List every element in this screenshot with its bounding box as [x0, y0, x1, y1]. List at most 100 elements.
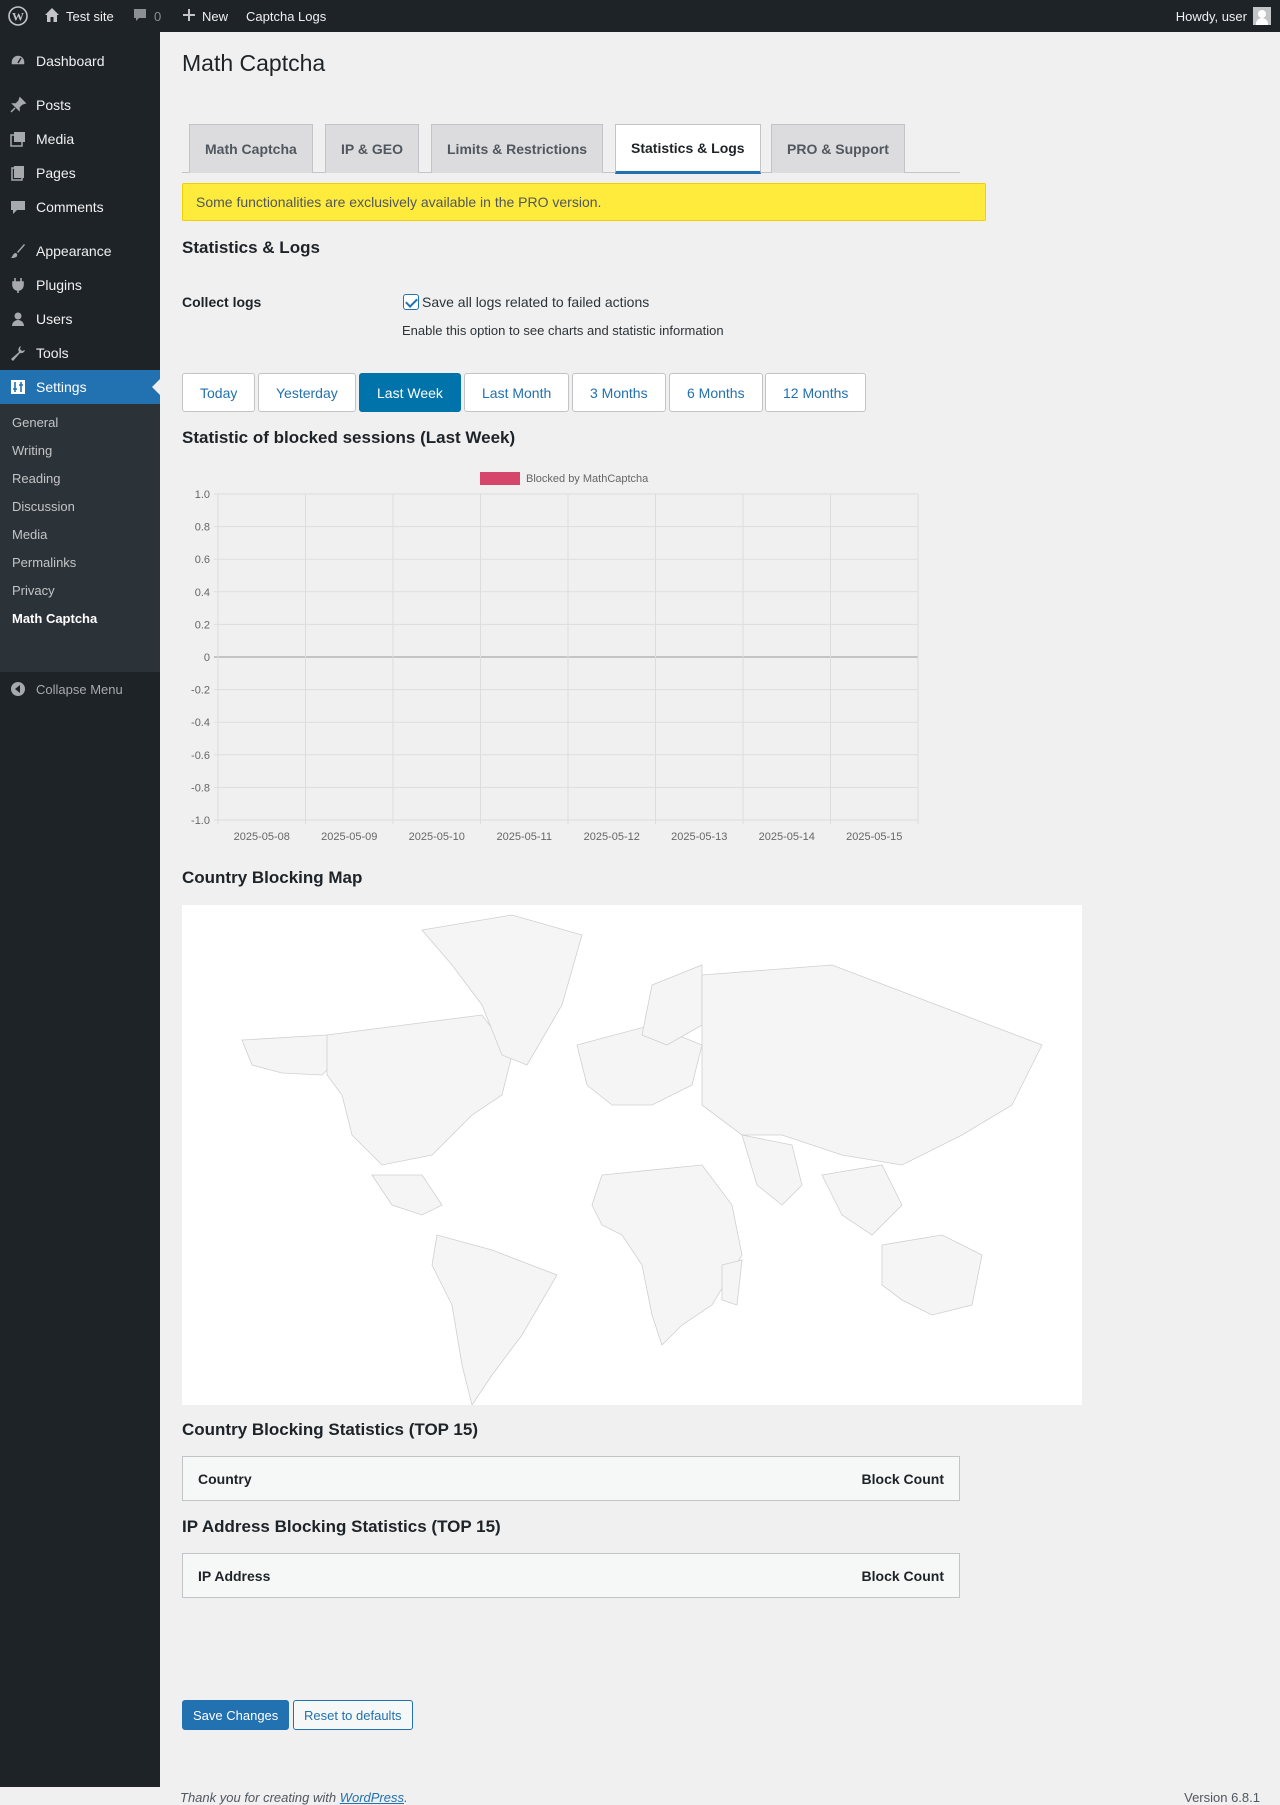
menu-media[interactable]: Media — [0, 122, 160, 156]
tab-ip-geo[interactable]: IP & GEO — [325, 124, 419, 173]
y-tick-label: -0.4 — [191, 717, 210, 729]
menu-tools[interactable]: Tools — [0, 336, 160, 370]
home-icon — [44, 7, 60, 26]
country-column-header[interactable]: Country — [198, 1471, 252, 1487]
menu-comments[interactable]: Comments — [0, 190, 160, 224]
site-name-link[interactable]: Test site — [44, 0, 114, 32]
country-blocking-map[interactable] — [182, 905, 1082, 1406]
submenu-writing[interactable]: Writing — [12, 443, 52, 458]
site-name: Test site — [66, 8, 114, 24]
x-tick-label: 2025-05-12 — [584, 831, 640, 843]
menu-users[interactable]: Users — [0, 302, 160, 336]
plus-icon — [182, 8, 196, 25]
tab-pro-support[interactable]: PRO & Support — [771, 124, 905, 173]
submenu-discussion[interactable]: Discussion — [12, 499, 75, 514]
country-block-count-header[interactable]: Block Count — [862, 1471, 944, 1487]
submenu-media[interactable]: Media — [12, 527, 47, 542]
menu-pages[interactable]: Pages — [0, 156, 160, 190]
tab-limits-restrictions[interactable]: Limits & Restrictions — [431, 124, 604, 173]
settings-submenu: General Writing Reading Discussion Media… — [0, 404, 160, 672]
menu-dashboard[interactable]: Dashboard — [0, 44, 160, 78]
nav-tabs: Math Captcha IP & GEO Limits & Restricti… — [182, 92, 960, 174]
avatar — [1253, 7, 1271, 25]
save-changes-button[interactable]: Save Changes — [182, 1700, 290, 1730]
pro-notice: Some functionalities are exclusively ava… — [182, 183, 986, 221]
menu-label: Dashboard — [36, 53, 105, 69]
main-content: Math Captcha Math Captcha IP & GEO Limit… — [160, 32, 1280, 1805]
collapse-label: Collapse Menu — [36, 681, 123, 697]
ip-block-count-header[interactable]: Block Count — [862, 1568, 944, 1584]
reset-defaults-button[interactable]: Reset to defaults — [293, 1700, 413, 1730]
menu-label: Media — [36, 131, 75, 147]
collect-logs-description: Enable this option to see charts and sta… — [402, 323, 724, 338]
wordpress-link[interactable]: WordPress — [340, 1790, 404, 1805]
range-12-months-button[interactable]: 12 Months — [765, 373, 867, 412]
my-account-link[interactable]: Howdy, user — [1176, 0, 1271, 32]
footer-version: Version 6.8.1 — [1184, 1790, 1260, 1805]
world-map-graphic — [241, 914, 1043, 1406]
comments-link[interactable]: 0 — [132, 0, 161, 32]
y-tick-label: -1.0 — [191, 815, 210, 827]
plugin-icon — [0, 276, 36, 294]
admin-menu: Dashboard Posts Media Pages Comments App… — [0, 32, 160, 1787]
new-content-link[interactable]: New — [182, 0, 228, 32]
section-title: Statistics & Logs — [182, 238, 320, 257]
footer-thanks: Thank you for creating with WordPress. — [180, 1790, 408, 1805]
comment-bubble-icon — [132, 7, 148, 26]
menu-label: Tools — [36, 345, 69, 361]
menu-settings[interactable]: Settings — [0, 370, 160, 404]
wordpress-logo-icon[interactable]: W — [8, 0, 28, 32]
y-tick-label: 0.8 — [195, 522, 210, 534]
x-tick-label: 2025-05-15 — [846, 831, 902, 843]
x-tick-label: 2025-05-13 — [671, 831, 727, 843]
country-table-header: Country Block Count — [182, 1456, 960, 1501]
menu-label: Users — [36, 311, 73, 327]
submenu-privacy[interactable]: Privacy — [12, 583, 55, 598]
footer-period: . — [404, 1790, 408, 1805]
tab-math-captcha[interactable]: Math Captcha — [189, 124, 313, 173]
range-3-months-button[interactable]: 3 Months — [572, 373, 666, 412]
y-tick-label: 0.6 — [195, 554, 210, 566]
submenu-math-captcha[interactable]: Math Captcha — [12, 611, 97, 626]
range-last-week-button[interactable]: Last Week — [359, 373, 461, 412]
collect-logs-checkbox-label[interactable]: Save all logs related to failed actions — [422, 294, 649, 310]
menu-plugins[interactable]: Plugins — [0, 268, 160, 302]
collect-logs-label: Collect logs — [182, 294, 262, 310]
y-tick-label: 0.2 — [195, 619, 210, 631]
range-last-month-button[interactable]: Last Month — [464, 373, 570, 412]
range-6-months-button[interactable]: 6 Months — [669, 373, 763, 412]
y-tick-label: 1.0 — [195, 489, 210, 501]
x-tick-label: 2025-05-11 — [497, 831, 552, 843]
collect-logs-checkbox[interactable] — [403, 294, 419, 310]
x-tick-label: 2025-05-14 — [759, 831, 815, 843]
submenu-general[interactable]: General — [12, 415, 58, 430]
collapse-menu-button[interactable]: Collapse Menu — [0, 672, 160, 706]
comments-icon — [0, 198, 36, 216]
svg-text:W: W — [12, 10, 24, 24]
legend-swatch — [480, 472, 520, 485]
pin-icon — [0, 96, 36, 114]
menu-posts[interactable]: Posts — [0, 88, 160, 122]
menu-label: Comments — [36, 199, 104, 215]
submenu-permalinks[interactable]: Permalinks — [12, 555, 76, 570]
submenu-reading[interactable]: Reading — [12, 471, 60, 486]
tab-statistics-logs[interactable]: Statistics & Logs — [615, 124, 761, 174]
users-icon — [0, 310, 36, 328]
pages-icon — [0, 164, 36, 182]
captcha-logs-link[interactable]: Captcha Logs — [246, 0, 326, 32]
y-tick-label: -0.6 — [191, 750, 210, 762]
brush-icon — [0, 242, 36, 260]
ip-stats-title: IP Address Blocking Statistics (TOP 15) — [182, 1517, 501, 1536]
range-today-button[interactable]: Today — [182, 373, 256, 412]
y-tick-label: -0.2 — [191, 685, 210, 697]
dashboard-icon — [0, 52, 36, 70]
map-title: Country Blocking Map — [182, 868, 363, 887]
collapse-arrow-icon — [0, 681, 36, 697]
ip-table-header: IP Address Block Count — [182, 1553, 960, 1598]
menu-label: Plugins — [36, 277, 82, 293]
ip-column-header[interactable]: IP Address — [198, 1568, 270, 1584]
footer-thanks-text: Thank you for creating with — [180, 1790, 340, 1805]
admin-bar: W Test site 0 New Captcha Logs Howdy, us… — [0, 0, 1280, 32]
menu-appearance[interactable]: Appearance — [0, 234, 160, 268]
range-yesterday-button[interactable]: Yesterday — [258, 373, 356, 412]
